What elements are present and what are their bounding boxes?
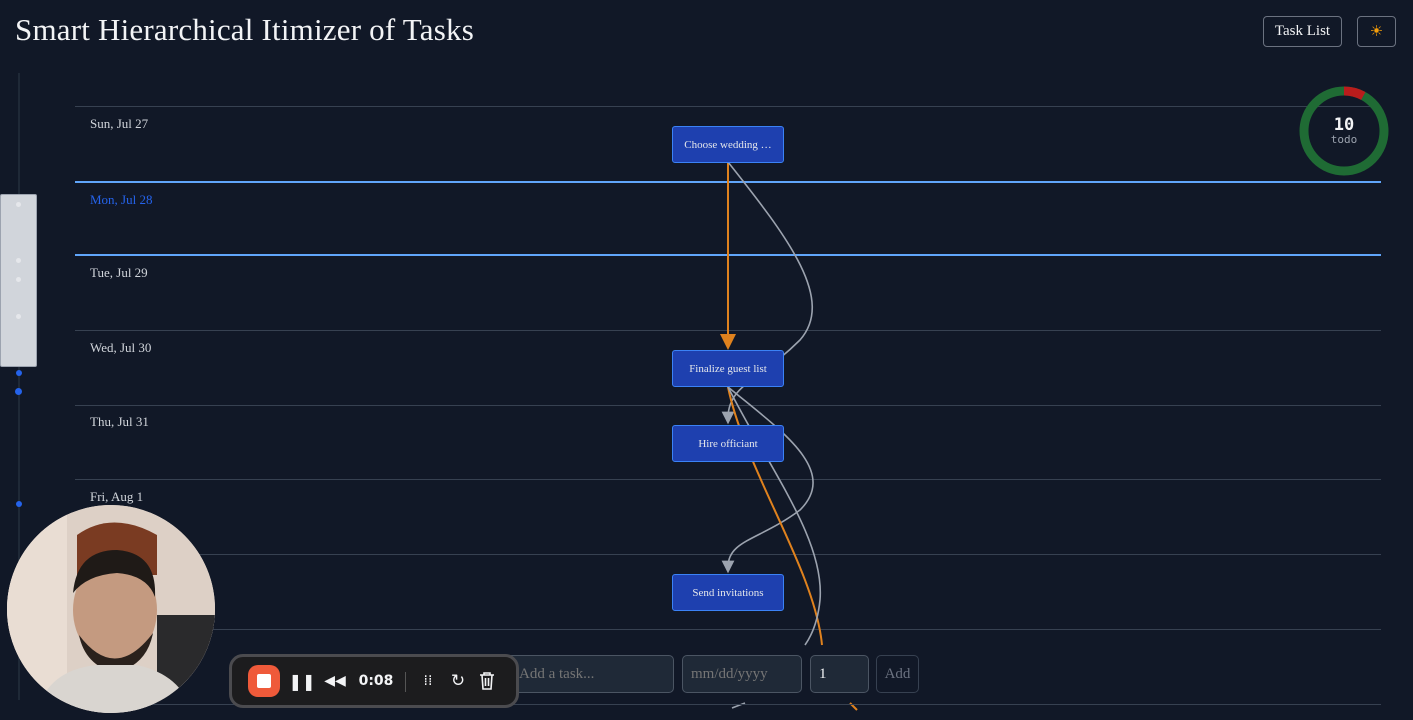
sun-icon: ☀: [1369, 24, 1384, 40]
pause-icon: ❚❚: [288, 671, 316, 691]
trash-icon: [480, 672, 494, 690]
stop-recording-button[interactable]: [248, 657, 280, 705]
day-label: Wed, Jul 30: [90, 340, 152, 355]
grid-icon: ⁞⁞: [423, 673, 433, 689]
dependency-edge: [721, 386, 814, 574]
day-label: Thu, Jul 31: [90, 414, 149, 429]
day-divider: [75, 629, 1381, 630]
task-list-button[interactable]: Task List: [1263, 16, 1342, 47]
day-label: Sun, Jul 27: [90, 116, 149, 131]
day-divider: [75, 554, 1381, 555]
task-node[interactable]: Send invitations: [672, 574, 784, 611]
rewind-icon: ◀◀: [324, 673, 346, 689]
rewind-button[interactable]: ◀◀: [322, 657, 348, 705]
day-divider: [75, 479, 1381, 480]
day-label: Fri, Aug 1: [90, 489, 144, 504]
today-top-divider: [75, 181, 1381, 183]
task-marker: [16, 202, 21, 207]
grid-button[interactable]: ⁞⁞: [416, 657, 440, 705]
day-divider: [75, 106, 1381, 107]
task-marker: [16, 370, 22, 376]
task-node[interactable]: Hire officiant: [672, 425, 784, 462]
task-marker: [16, 277, 21, 282]
pause-button[interactable]: ❚❚: [288, 657, 316, 705]
task-node[interactable]: Finalize guest list: [672, 350, 784, 387]
task-marker: [16, 314, 21, 319]
todo-label: todo: [1330, 133, 1358, 146]
task-marker: [16, 501, 22, 507]
day-divider: [75, 330, 1381, 331]
due-date-input[interactable]: [682, 655, 802, 693]
theme-toggle-button[interactable]: ☀: [1357, 16, 1396, 47]
webcam-video: [7, 505, 215, 713]
task-marker: [15, 388, 22, 395]
restart-icon: ↻: [450, 671, 466, 691]
app-title: Smart Hierarchical Itimizer of Tasks: [15, 12, 474, 47]
today-bottom-divider: [75, 254, 1381, 256]
stop-icon: [248, 665, 280, 697]
todo-count: 10: [1333, 115, 1355, 135]
recording-time: 0:08: [358, 673, 394, 689]
delete-recording-button[interactable]: [475, 657, 499, 705]
add-task-button[interactable]: Add: [876, 655, 919, 693]
screen-recorder-bar: ❚❚ ◀◀ 0:08 ⁞⁞ ↻: [229, 654, 519, 708]
quantity-input[interactable]: [810, 655, 869, 693]
restart-button[interactable]: ↻: [446, 657, 470, 705]
task-marker: [16, 258, 21, 263]
day-divider: [75, 405, 1381, 406]
day-label-today: Mon, Jul 28: [90, 192, 153, 207]
webcam-overlay: [7, 505, 215, 713]
divider: [405, 672, 406, 692]
task-node[interactable]: Choose wedding …: [672, 126, 784, 163]
day-label: Tue, Jul 29: [90, 265, 148, 280]
